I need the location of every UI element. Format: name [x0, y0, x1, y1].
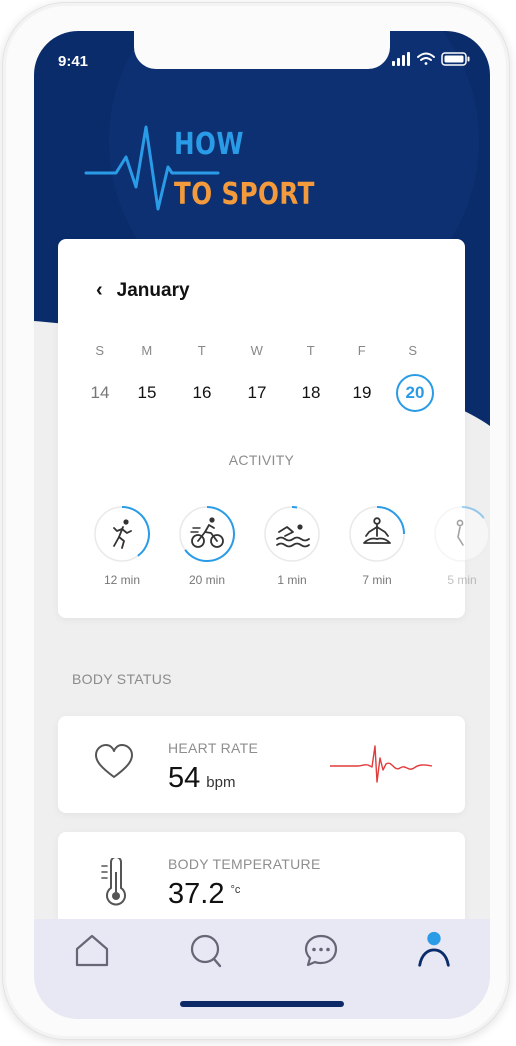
date-number[interactable]: 17	[237, 383, 277, 403]
activity-item-running[interactable]: 12 min	[92, 505, 152, 587]
device-notch	[134, 31, 390, 69]
activity-ring	[179, 506, 235, 562]
activity-duration: 1 min	[277, 573, 307, 587]
app-screen: 9:41 HOW TO SPORT ‹ January S 14 M 15 T …	[34, 31, 490, 1019]
temperature-unit: °c	[230, 884, 241, 896]
month-selector: ‹ January	[96, 279, 190, 302]
activity-duration: 7 min	[362, 573, 392, 587]
weekday-letter: S	[95, 343, 105, 358]
calendar-card: ‹ January S 14 M 15 T 16 W 17 T 18 F 19 …	[58, 239, 490, 618]
day-column[interactable]: F 19	[342, 343, 382, 402]
heart-rate-card[interactable]: HEART RATE 54 bpm	[58, 716, 465, 813]
weekday-letter: T	[306, 343, 316, 358]
day-column[interactable]: S 14	[80, 343, 120, 402]
activity-ring	[434, 506, 490, 562]
month-label: January	[116, 279, 190, 301]
activity-item-meditation[interactable]: 7 min	[347, 505, 407, 587]
activity-item-cycling[interactable]: 20 min	[177, 505, 237, 587]
activity-item-swimming[interactable]: 1 min	[262, 505, 322, 587]
heart-icon	[95, 744, 133, 778]
activity-duration: 12 min	[103, 573, 141, 587]
heartbeat-wave-icon	[330, 745, 433, 783]
activity-duration: 5 min	[447, 573, 477, 587]
status-time: 9:41	[58, 53, 89, 70]
wifi-icon	[417, 52, 435, 65]
home-icon[interactable]	[72, 931, 112, 971]
profile-icon[interactable]	[414, 929, 454, 969]
logo-text-to-sport: TO SPORT	[174, 177, 315, 212]
date-number[interactable]: 18	[291, 383, 331, 403]
heart-rate-value: 54 bpm	[168, 762, 235, 795]
selected-date[interactable]: 20	[396, 374, 434, 412]
heart-rate-label: HEART RATE	[168, 740, 259, 756]
chat-icon[interactable]	[301, 931, 341, 971]
activity-ring	[264, 506, 320, 562]
activity-title: ACTIVITY	[228, 452, 295, 468]
day-column[interactable]: T 16	[182, 343, 222, 402]
weekday-letter: M	[141, 343, 153, 358]
phone-frame: 9:41 HOW TO SPORT ‹ January S 14 M 15 T …	[2, 2, 510, 1040]
chevron-left-icon[interactable]: ‹	[96, 279, 103, 302]
date-number[interactable]: 15	[127, 383, 167, 403]
thermometer-icon	[101, 858, 126, 906]
section-title-body-status: BODY STATUS	[72, 671, 172, 687]
logo-text-how: HOW	[174, 127, 244, 162]
activity-ring	[349, 506, 405, 562]
temperature-number: 37.2	[168, 878, 225, 910]
day-column[interactable]: M 15	[127, 343, 167, 402]
day-column[interactable]: W 17	[237, 343, 277, 402]
date-number[interactable]: 16	[182, 383, 222, 403]
heart-rate-number: 54	[168, 762, 201, 794]
weekday-letter: S	[408, 343, 418, 358]
day-column[interactable]: S 20	[393, 343, 434, 412]
weekday-letter: F	[357, 343, 367, 358]
home-indicator[interactable]	[180, 1001, 344, 1007]
search-icon[interactable]	[186, 931, 226, 971]
activity-duration: 20 min	[188, 573, 226, 587]
status-icons	[392, 51, 472, 72]
signal-icon	[392, 52, 410, 66]
date-number[interactable]: 19	[342, 383, 382, 403]
activity-item-partial[interactable]: 5 min	[432, 505, 490, 587]
activity-ring	[94, 506, 150, 562]
day-column[interactable]: T 18	[291, 343, 331, 402]
heart-rate-unit: bpm	[206, 774, 236, 791]
temperature-value: 37.2 °c	[168, 878, 240, 911]
weekday-letter: T	[197, 343, 207, 358]
weekday-letter: W	[250, 343, 264, 358]
temperature-label: BODY TEMPERATURE	[168, 856, 321, 872]
battery-icon	[441, 52, 470, 66]
date-number[interactable]: 14	[80, 383, 120, 403]
